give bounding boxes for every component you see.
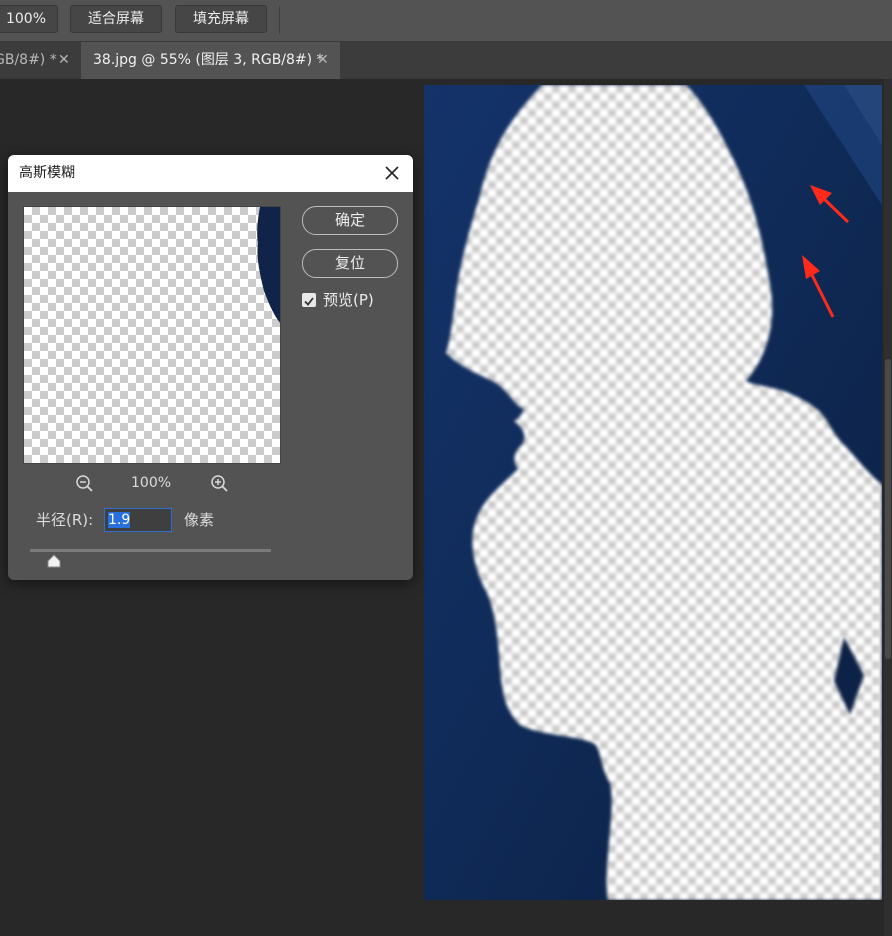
zoom-in-icon[interactable] bbox=[210, 474, 230, 494]
radius-label: 半径(R): bbox=[36, 511, 94, 529]
document-tab-bar: GB/8#) * ✕ 38.jpg @ 55% (图层 3, RGB/8#) *… bbox=[0, 42, 892, 79]
close-icon[interactable] bbox=[382, 163, 402, 183]
preview-image bbox=[257, 207, 280, 323]
cutout-image bbox=[424, 85, 882, 900]
tab-previous-document[interactable]: GB/8#) * ✕ bbox=[0, 42, 80, 79]
dialog-title-bar[interactable]: 高斯模糊 bbox=[8, 155, 413, 192]
toolbar-divider bbox=[279, 6, 280, 34]
radius-input[interactable]: 1.9 bbox=[104, 508, 172, 532]
slider-thumb-icon[interactable] bbox=[46, 554, 62, 568]
close-icon[interactable]: ✕ bbox=[317, 42, 329, 79]
fill-screen-button[interactable]: 填充屏幕 bbox=[175, 5, 267, 33]
tab-active-document[interactable]: 38.jpg @ 55% (图层 3, RGB/8#) * ✕ bbox=[81, 42, 340, 79]
radius-slider-track[interactable] bbox=[30, 549, 271, 552]
tab-label: GB/8#) * bbox=[0, 52, 57, 68]
options-bar: 100% 适合屏幕 填充屏幕 bbox=[0, 0, 892, 42]
tab-label: 38.jpg @ 55% (图层 3, RGB/8#) * bbox=[93, 52, 324, 68]
close-icon[interactable]: ✕ bbox=[58, 42, 70, 79]
blur-preview[interactable] bbox=[23, 206, 281, 464]
fit-screen-button[interactable]: 适合屏幕 bbox=[70, 5, 162, 33]
preview-checkbox[interactable] bbox=[302, 293, 316, 307]
document-image[interactable] bbox=[424, 85, 882, 900]
gaussian-blur-dialog: 高斯模糊 确定 复位 预览(P) 100% 半径(R): 1.9 像素 bbox=[8, 155, 413, 580]
checkmark-icon bbox=[304, 297, 314, 306]
ok-button[interactable]: 确定 bbox=[302, 206, 398, 235]
radius-value: 1.9 bbox=[108, 512, 131, 528]
reset-button[interactable]: 复位 bbox=[302, 249, 398, 278]
preview-zoom-level: 100% bbox=[131, 475, 172, 491]
dialog-title: 高斯模糊 bbox=[19, 165, 75, 181]
radius-unit: 像素 bbox=[184, 511, 215, 529]
vertical-scrollbar[interactable] bbox=[884, 79, 892, 936]
scrollbar-thumb[interactable] bbox=[885, 359, 891, 659]
zoom-out-icon[interactable] bbox=[75, 474, 95, 494]
preview-checkbox-label: 预览(P) bbox=[323, 291, 374, 309]
zoom-100-button[interactable]: 100% bbox=[0, 5, 58, 33]
preview-blue-edge bbox=[257, 207, 280, 323]
